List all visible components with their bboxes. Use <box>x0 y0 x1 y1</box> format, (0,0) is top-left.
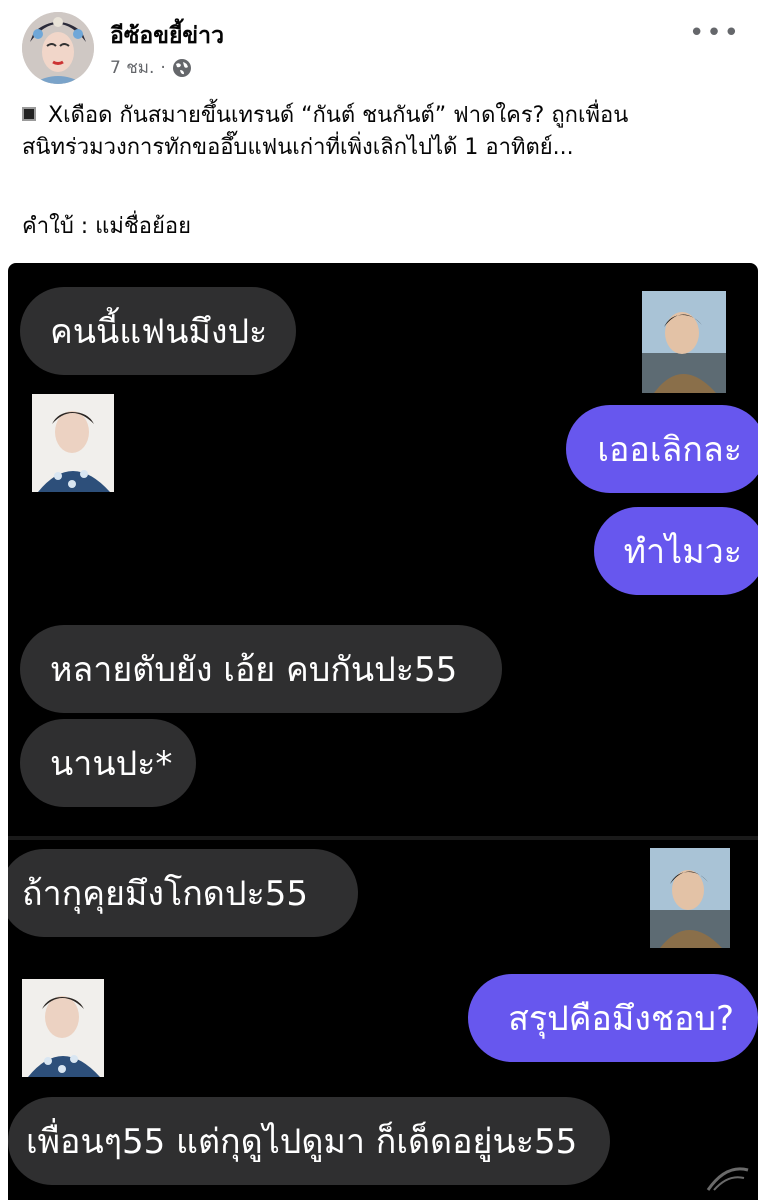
caption-line-2: สนิทร่วมวงการทักขออึ๊บแฟนเก่าที่เพิ่งเลิ… <box>22 135 574 160</box>
partner-photo <box>32 394 114 492</box>
message-bubble-6: ถ้ากุคุยมึงโกดปะ55 <box>8 849 358 937</box>
chat-screenshot[interactable]: คนนี้แฟนมึงปะ เออเลิกละ ทำไมวะ หลายตับยั… <box>8 263 758 1200</box>
message-text: นานปะ* <box>50 744 173 784</box>
author-name[interactable]: อีซ้อขยี้ข่าว <box>110 18 224 54</box>
black-square-icon <box>22 107 36 121</box>
sender-avatar-photo <box>650 848 730 948</box>
message-bubble-7: สรุปคือมึงชอบ? <box>468 974 758 1062</box>
message-bubble-8: เพื่อนๆ55 แต่กุดูไปดูมา ก็เด็ดอยู่นะ55 <box>8 1097 610 1185</box>
caption-text-1: Xเดือด กันสมายขึ้นเทรนด์ “กันต์ ชนกันต์”… <box>48 103 629 128</box>
message-bubble-4: หลายตับยัง เอ้ย คบกันปะ55 <box>20 625 502 713</box>
author-avatar[interactable] <box>22 12 94 84</box>
message-text: คนนี้แฟนมึงปะ <box>50 312 268 352</box>
globe-icon[interactable] <box>172 58 192 78</box>
message-text: สรุปคือมึงชอบ? <box>508 999 734 1039</box>
post-time[interactable]: 7 ชม. <box>110 54 154 81</box>
message-bubble-3: ทำไมวะ <box>594 507 758 595</box>
sender-avatar-photo <box>642 291 726 393</box>
post-meta: 7 ชม. · <box>110 54 192 81</box>
message-bubble-1: คนนี้แฟนมึงปะ <box>20 287 296 375</box>
post-hint: คำใบ้ : แม่ชื่อย้อย <box>22 214 191 239</box>
meta-separator: · <box>160 57 166 78</box>
partner-photo <box>22 979 104 1077</box>
more-options-icon[interactable]: ••• <box>689 18 741 48</box>
message-bubble-2: เออเลิกละ <box>566 405 758 493</box>
post-caption: Xเดือด กันสมายขึ้นเทรนด์ “กันต์ ชนกันต์”… <box>22 100 747 164</box>
message-text: เออเลิกละ <box>597 430 742 470</box>
watermark-logo-icon <box>706 1167 749 1191</box>
message-text: ทำไมวะ <box>623 532 742 572</box>
caption-line-1: Xเดือด กันสมายขึ้นเทรนด์ “กันต์ ชนกันต์”… <box>22 100 747 132</box>
message-text: เพื่อนๆ55 แต่กุดูไปดูมา ก็เด็ดอยู่นะ55 <box>26 1122 578 1162</box>
message-text: ถ้ากุคุยมึงโกดปะ55 <box>22 874 308 914</box>
message-bubble-5: นานปะ* <box>20 719 196 807</box>
message-text: หลายตับยัง เอ้ย คบกันปะ55 <box>50 650 458 690</box>
screenshot-seam <box>8 836 758 840</box>
